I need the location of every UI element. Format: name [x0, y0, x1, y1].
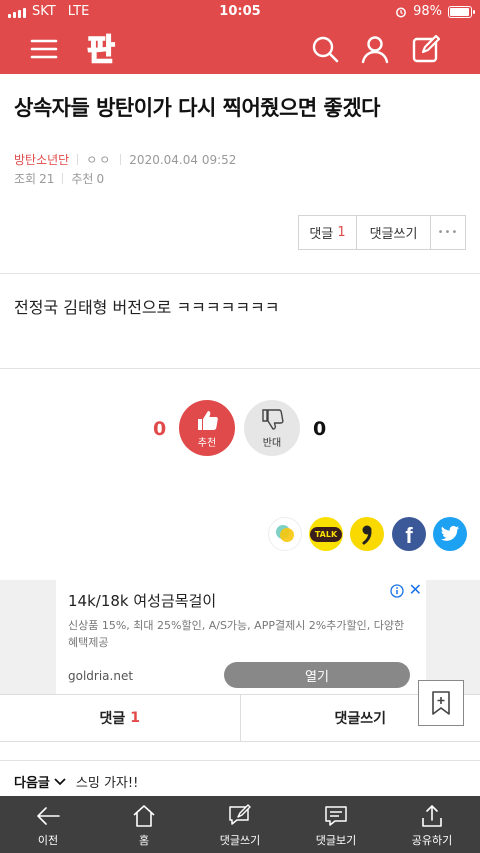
upvote-count: 0	[153, 418, 167, 440]
facebook-share-button[interactable]: f	[392, 517, 426, 551]
more-button[interactable]: •••	[431, 216, 465, 249]
toolbar-share[interactable]: 공유하기	[384, 796, 480, 853]
write-comment-button[interactable]: 댓글쓰기	[357, 216, 431, 249]
next-post[interactable]: 다음글 스밍 가자!!	[14, 772, 138, 791]
comment-count: 1	[337, 225, 346, 240]
ad-headline[interactable]: 14k/18k 여성금목걸이	[68, 590, 216, 611]
thumbs-down-icon	[262, 409, 284, 430]
battery-icon	[448, 5, 475, 18]
article-actions: 댓글 1 댓글쓰기 •••	[298, 215, 466, 250]
svg-text:판: 판	[87, 33, 115, 67]
user-icon[interactable]	[359, 33, 391, 65]
toolbar-write-comment[interactable]: 댓글쓰기	[192, 796, 288, 853]
ad-close-icon[interactable]: ✕	[409, 582, 422, 598]
divider	[0, 273, 480, 274]
kakaostory-icon	[276, 525, 294, 542]
comment-tab[interactable]: 댓글 1	[0, 695, 241, 741]
ad-domain: goldria.net	[68, 669, 134, 683]
twitter-share-button[interactable]	[433, 517, 467, 551]
menu-icon[interactable]	[28, 33, 60, 65]
write-icon[interactable]	[410, 33, 442, 65]
toolbar-home[interactable]: 홈	[96, 796, 192, 853]
downvote-count: 0	[313, 418, 327, 440]
view-comments-icon	[325, 806, 347, 826]
bookmark-icon	[432, 691, 450, 715]
pann-logo[interactable]: 판	[82, 29, 120, 69]
search-icon[interactable]	[309, 33, 341, 65]
upvote-button[interactable]: 추천	[179, 400, 235, 456]
author-link[interactable]: 방탄소년단	[14, 151, 69, 168]
battery-percent: 98%	[413, 4, 442, 19]
share-icon	[422, 805, 442, 827]
upvote-label: 추천	[197, 438, 217, 449]
divider	[0, 368, 480, 369]
comma-icon	[362, 525, 372, 545]
chevron-down-icon	[54, 777, 66, 785]
recommend-label: 추천	[71, 172, 94, 186]
divider	[0, 760, 480, 761]
article-meta: 방탄소년단 ㅇㅇ 2020.04.04 09:52	[14, 151, 236, 168]
status-bar: SKT LTE 10:05 98%	[0, 0, 480, 24]
article-body: 전정국 김태형 버전으로 ㅋㅋㅋㅋㅋㅋㅋ	[14, 298, 280, 317]
views-count: 21	[39, 171, 55, 186]
next-title: 스밍 가자!!	[75, 776, 139, 791]
back-arrow-icon	[37, 807, 60, 825]
downvote-button[interactable]: 반대	[244, 400, 300, 456]
next-label: 다음글	[14, 776, 50, 791]
comment-button[interactable]: 댓글 1	[299, 216, 357, 249]
facebook-icon: f	[405, 523, 413, 548]
kakaotalk-icon: TALK	[309, 526, 343, 542]
bottom-toolbar: 이전 홈 댓글쓰기 댓글보기 공유하기	[0, 796, 480, 853]
kakaostory-share-button[interactable]	[268, 517, 302, 551]
views-label: 조회	[14, 172, 37, 186]
post-date: 2020.04.04 09:52	[129, 152, 237, 167]
comment-bar: 댓글 1 댓글쓰기	[0, 694, 480, 742]
article-stats: 조회 21 추천 0	[14, 170, 104, 187]
thumbs-up-icon	[198, 411, 218, 430]
ad-info-icon[interactable]	[390, 584, 404, 598]
alarm-icon	[396, 7, 407, 17]
article-title: 상속자들 방탄이가 다시 찍어줬으면 좋겠다	[14, 96, 381, 120]
app-header: 판	[0, 24, 480, 74]
ad-banner[interactable]: 14k/18k 여성금목걸이 신상품 15%, 최대 25%할인, A/S가능,…	[56, 580, 426, 694]
comment-count: 1	[130, 710, 140, 726]
twitter-icon	[440, 525, 460, 541]
write-comment-icon	[229, 804, 251, 825]
kakaotalk-share-button[interactable]: TALK	[309, 517, 343, 551]
comma-share-button[interactable]	[350, 517, 384, 551]
nickname: ㅇㅇ	[86, 153, 113, 167]
ad-open-button[interactable]: 열기	[224, 662, 410, 688]
toolbar-view-comments[interactable]: 댓글보기	[288, 796, 384, 853]
downvote-label: 반대	[262, 438, 282, 449]
home-icon	[133, 805, 155, 827]
bookmark-button[interactable]	[418, 680, 464, 726]
toolbar-back[interactable]: 이전	[0, 796, 96, 853]
recommend-count: 0	[96, 171, 105, 186]
ad-description: 신상품 15%, 최대 25%할인, A/S가능, APP결제시 2%추가할인,…	[68, 619, 405, 649]
